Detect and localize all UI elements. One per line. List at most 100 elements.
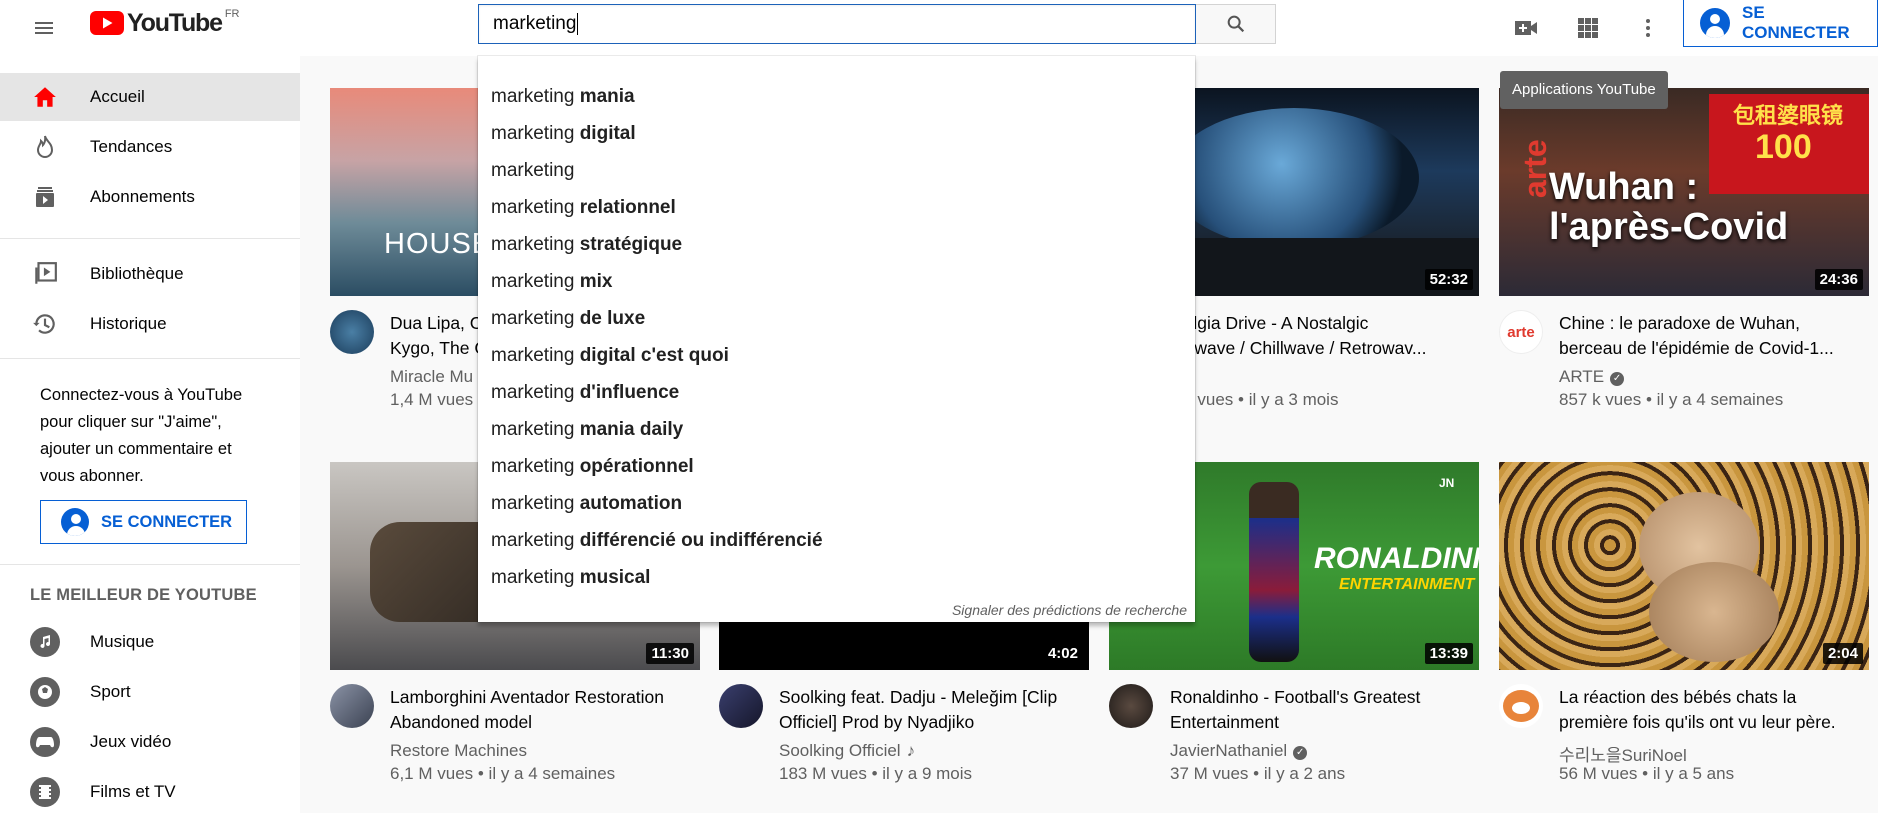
search-suggestion[interactable]: marketing mania daily [491,415,683,445]
report-predictions-link[interactable]: Signaler des prédictions de recherche [952,602,1187,618]
search-input-value: marketing [493,13,577,34]
channel-avatar[interactable] [719,684,763,728]
suggestion-completion: mania daily [579,419,684,440]
video-title[interactable]: Lamborghini Aventador Restoration Abandon… [390,685,690,735]
video-title[interactable]: stalgia Drive - A Nostalgic nthwave / Chi… [1170,311,1470,361]
signin-button-label: SE CONNECTER [101,512,233,531]
suggestion-completion: musical [579,567,651,588]
search-suggestion[interactable]: marketing digital c'est quoi [491,341,729,371]
video-meta: 1,4 M vues [390,390,474,409]
more-options-icon[interactable] [1628,8,1668,48]
search-suggestion[interactable]: marketing stratégique [491,230,682,260]
search-suggestion[interactable]: marketing opérationnel [491,452,694,482]
sidebar-item-label: Jeux vidéo [90,732,172,751]
signin-button[interactable]: SE CONNECTER [1683,0,1878,47]
search-suggestion[interactable]: marketing différencié ou indifférencié [491,526,823,556]
suggestion-prefix: marketing [491,160,575,181]
music-icon [30,627,60,657]
apps-grid-icon[interactable] [1568,8,1608,48]
youtube-play-icon [90,11,124,35]
guide-sidebar: Accueil Tendances Abonnements Bibliothèq… [0,56,300,813]
sidebar-item-label: Bibliothèque [90,264,184,283]
search-suggestion[interactable]: marketing relationnel [491,193,676,223]
logo-country-code: FR [224,8,240,20]
subscriptions-icon [30,182,60,212]
channel-name[interactable]: Miracle Mu [390,367,473,387]
suggestion-prefix: marketing [491,86,575,107]
suggestion-completion: mania [579,86,635,107]
video-title[interactable]: Dua Lipa, C Kygo, The C [390,311,480,361]
channel-avatar[interactable] [1499,684,1543,728]
channel-avatar[interactable] [330,310,374,354]
video-title[interactable]: Chine : le paradoxe de Wuhan, berceau de … [1559,311,1869,361]
search-suggestion[interactable]: marketing [491,156,574,186]
thumbnail-shop-sign: 包租婆眼镜 100 [1709,94,1869,194]
sidebar-item-sport[interactable]: Sport [0,668,300,716]
sidebar-divider [0,238,300,239]
sidebar-item-films-tv[interactable]: Films et TV [0,768,300,813]
library-icon [30,259,60,289]
sidebar-item-label: Tendances [90,137,173,156]
sidebar-item-label: Abonnements [90,187,195,206]
sidebar-item-historique[interactable]: Historique [0,300,300,348]
suggestion-prefix: marketing [491,567,575,588]
youtube-logo[interactable]: YouTube FR [90,8,240,37]
music-note-icon: ♪ [906,741,916,760]
channel-name[interactable]: ARTE ✓ [1559,367,1625,387]
channel-name[interactable]: Soolking Officiel ♪ [779,741,915,761]
search-suggestion[interactable]: marketing d'influence [491,378,679,408]
search-suggestion[interactable]: marketing musical [491,563,650,593]
thumbnail-text: Wuhan : [1549,166,1699,208]
sidebar-item-label: Films et TV [90,782,176,801]
channel-name[interactable]: 수리노을SuriNoel [1559,741,1687,766]
suggestion-completion: opérationnel [579,456,694,477]
search-suggestion[interactable]: marketing mix [491,267,612,297]
channel-avatar[interactable] [1109,684,1153,728]
video-duration: 11:30 [646,643,694,664]
sidebar-item-musique[interactable]: Musique [0,618,300,666]
sidebar-item-jeux-video[interactable]: Jeux vidéo [0,718,300,766]
video-title[interactable]: La réaction des bébés chats la première f… [1559,685,1869,735]
search-suggestion[interactable]: marketing automation [491,489,682,519]
video-thumbnail[interactable]: 2:04 [1499,462,1869,670]
search-icon [1227,15,1244,33]
search-suggestion[interactable]: marketing de luxe [491,304,645,334]
hamburger-menu-icon[interactable] [24,8,64,48]
search-suggestion[interactable]: marketing digital [491,119,636,149]
channel-name[interactable]: Restore Machines [390,741,527,761]
suggestion-completion: digital c'est quoi [579,345,729,366]
search-button[interactable] [1196,4,1276,44]
suggestion-prefix: marketing [491,197,575,218]
sidebar-item-tendances[interactable]: Tendances [0,123,300,171]
gaming-icon [30,727,60,757]
channel-avatar[interactable]: arte [1499,310,1543,354]
bear-avatar-icon [1503,690,1539,722]
sidebar-item-label: Accueil [90,87,145,106]
sport-icon [30,677,60,707]
search-suggestion[interactable]: marketing mania [491,82,635,112]
video-title[interactable]: Ronaldinho - Football's Greatest Entertai… [1170,685,1470,735]
video-duration: 4:02 [1042,643,1083,664]
verified-icon: ✓ [1293,746,1308,760]
sidebar-item-label: Sport [90,682,131,701]
channel-avatar[interactable] [330,684,374,728]
sidebar-signin-button[interactable]: SE CONNECTER [40,500,247,544]
player-graphic [1249,482,1299,662]
thumbnail-text: HOUSE [384,228,493,260]
video-title[interactable]: Soolking feat. Dadju - Meleğim [Clip Offi… [779,685,1079,735]
search-input[interactable]: marketing [478,4,1196,44]
sidebar-item-abonnements[interactable]: Abonnements [0,173,300,221]
video-duration: 24:36 [1814,269,1863,290]
channel-name[interactable]: JavierNathaniel ✓ [1170,741,1308,761]
video-meta: 183 M vues • il y a 9 mois [779,764,973,783]
search-suggestions-dropdown: marketing mania marketing digital marketin… [478,56,1195,622]
sidebar-item-bibliotheque[interactable]: Bibliothèque [0,250,300,298]
signin-promo-text: Connectez-vous à YouTube pour cliquer su… [40,386,243,485]
video-thumbnail[interactable]: 包租婆眼镜 100 arte Wuhan : l'après-Covid 24:… [1499,88,1869,296]
video-meta: 857 k vues • il y a 4 semaines [1559,390,1784,409]
arte-avatar-logo: arte [1507,323,1535,341]
suggestion-prefix: marketing [491,123,575,144]
suggestion-completion: différencié ou indifférencié [579,530,823,551]
sidebar-item-accueil[interactable]: Accueil [0,73,300,121]
create-video-icon[interactable] [1506,8,1546,48]
